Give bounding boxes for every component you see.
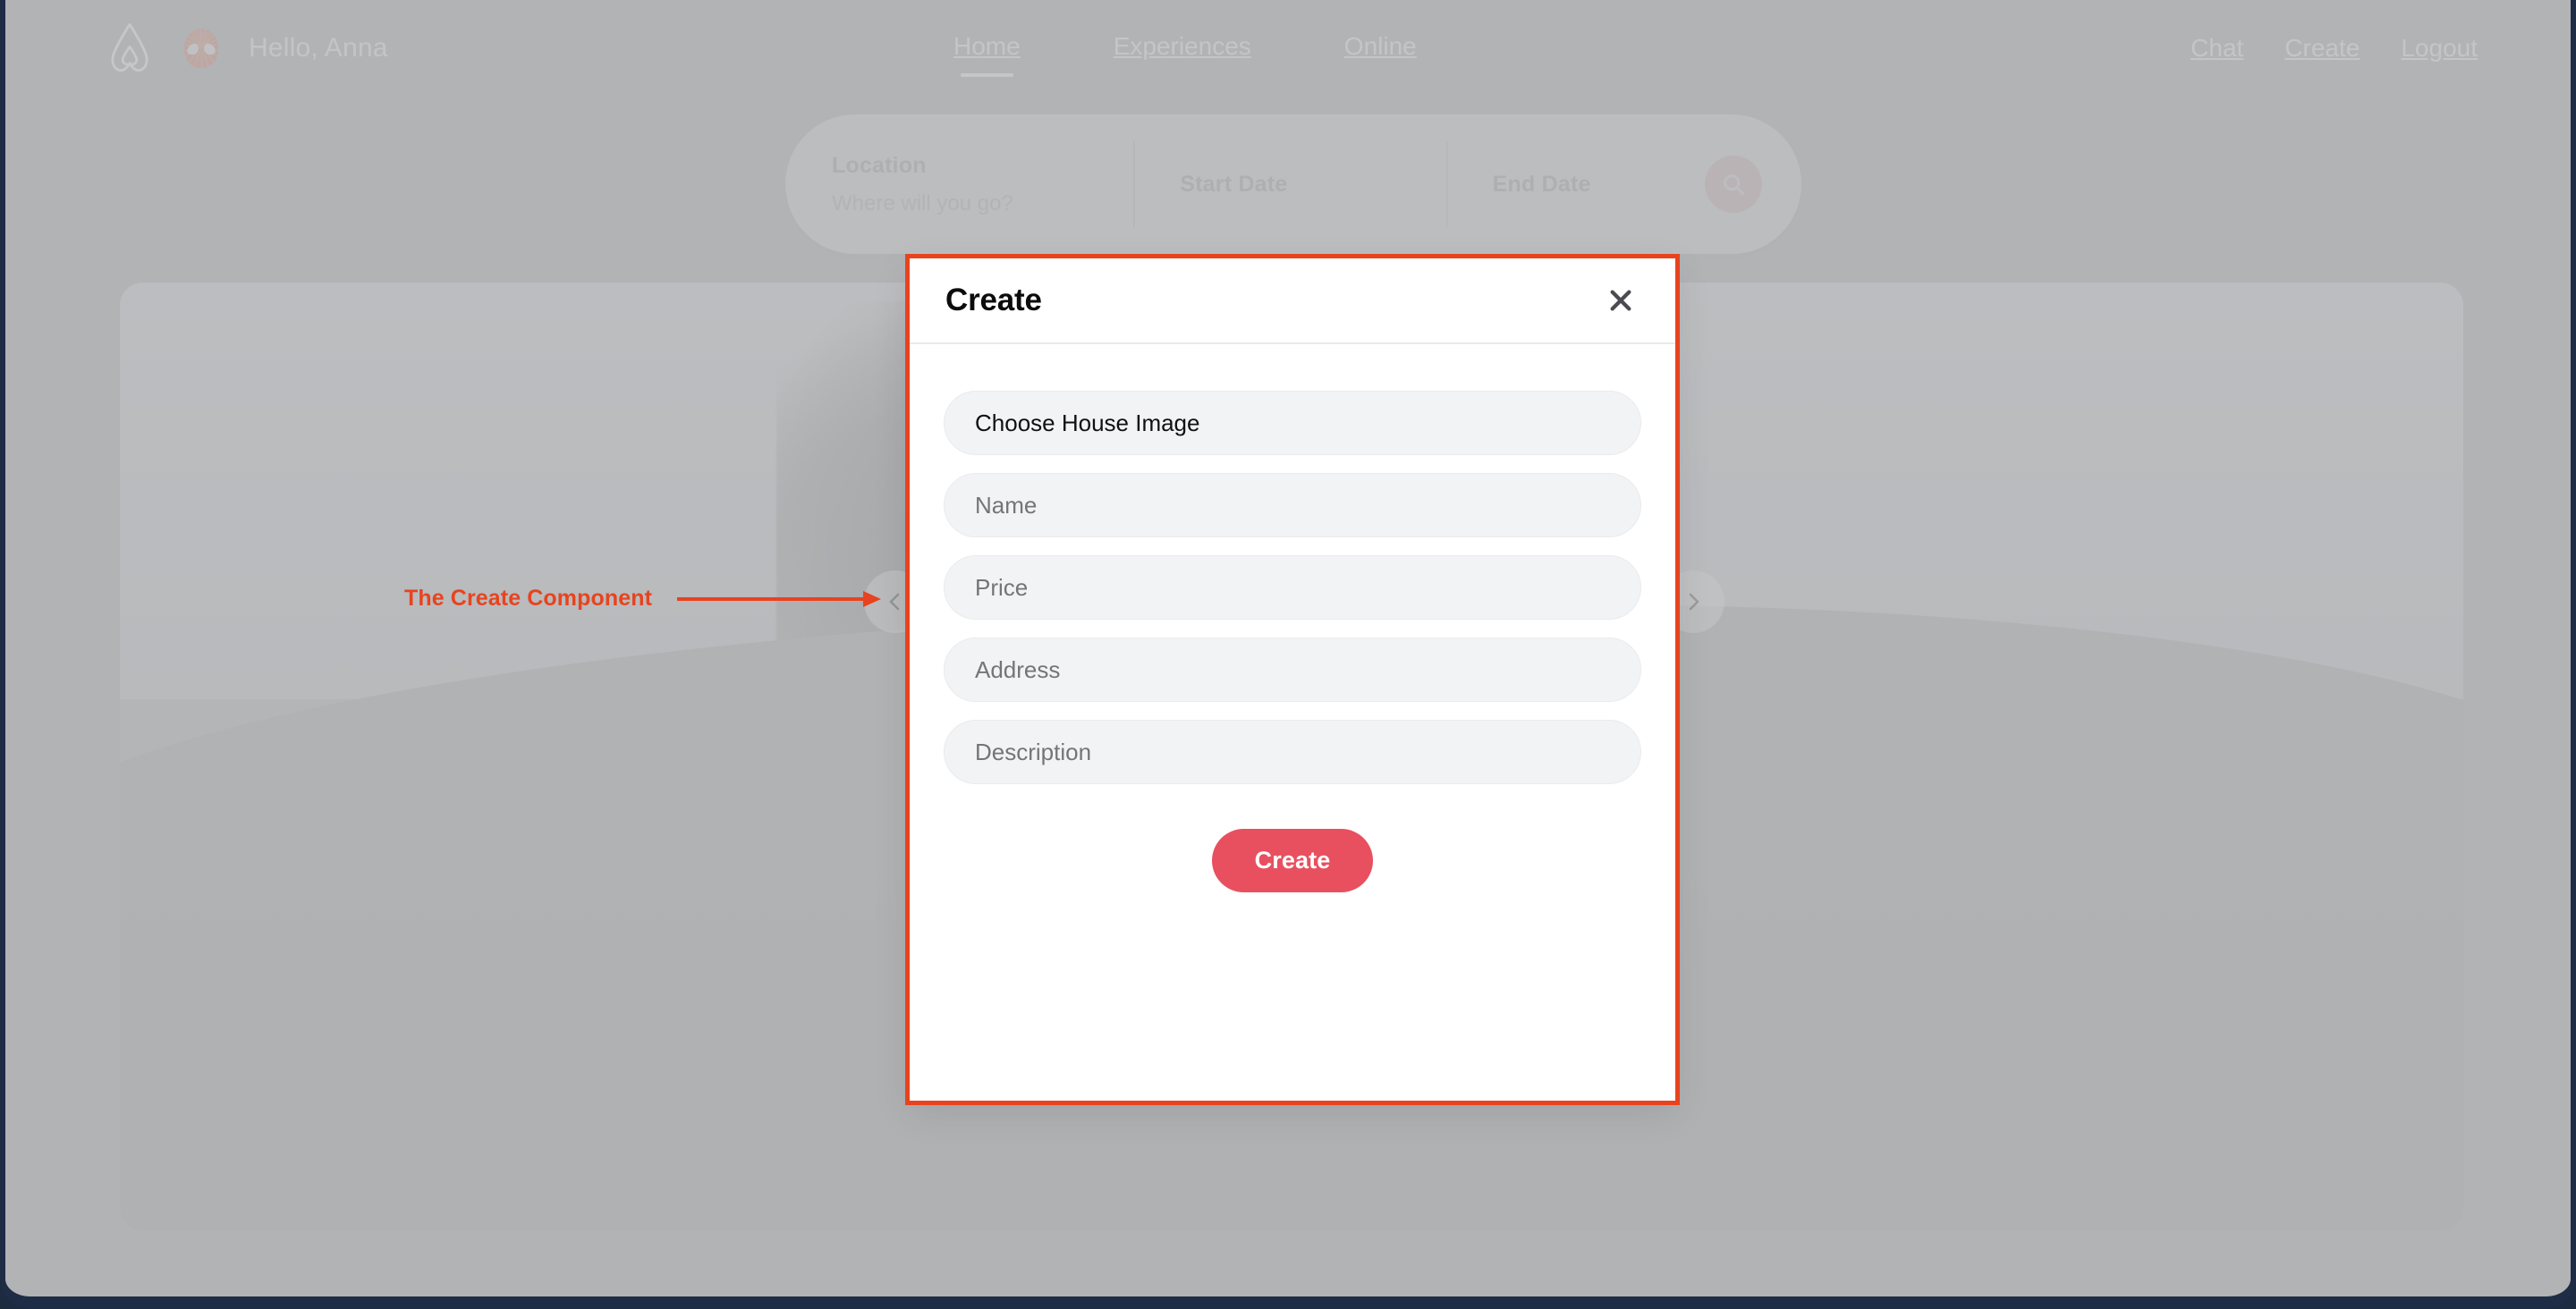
create-submit-button[interactable]: Create [1211, 829, 1374, 892]
address-input[interactable] [944, 638, 1641, 702]
modal-close-button[interactable] [1600, 280, 1641, 321]
create-modal: Create Choose House Image Create [910, 258, 1675, 1101]
browser-frame: Hello, Anna Home Experiences Online Chat… [0, 0, 2576, 1309]
choose-house-image-button[interactable]: Choose House Image [944, 391, 1641, 455]
modal-body: Choose House Image Create [910, 344, 1675, 1101]
description-input[interactable] [944, 720, 1641, 784]
modal-actions: Create [944, 829, 1641, 892]
price-input[interactable] [944, 555, 1641, 620]
modal-title: Create [945, 283, 1042, 317]
name-input[interactable] [944, 473, 1641, 537]
modal-header: Create [910, 258, 1675, 344]
close-icon [1610, 290, 1631, 311]
